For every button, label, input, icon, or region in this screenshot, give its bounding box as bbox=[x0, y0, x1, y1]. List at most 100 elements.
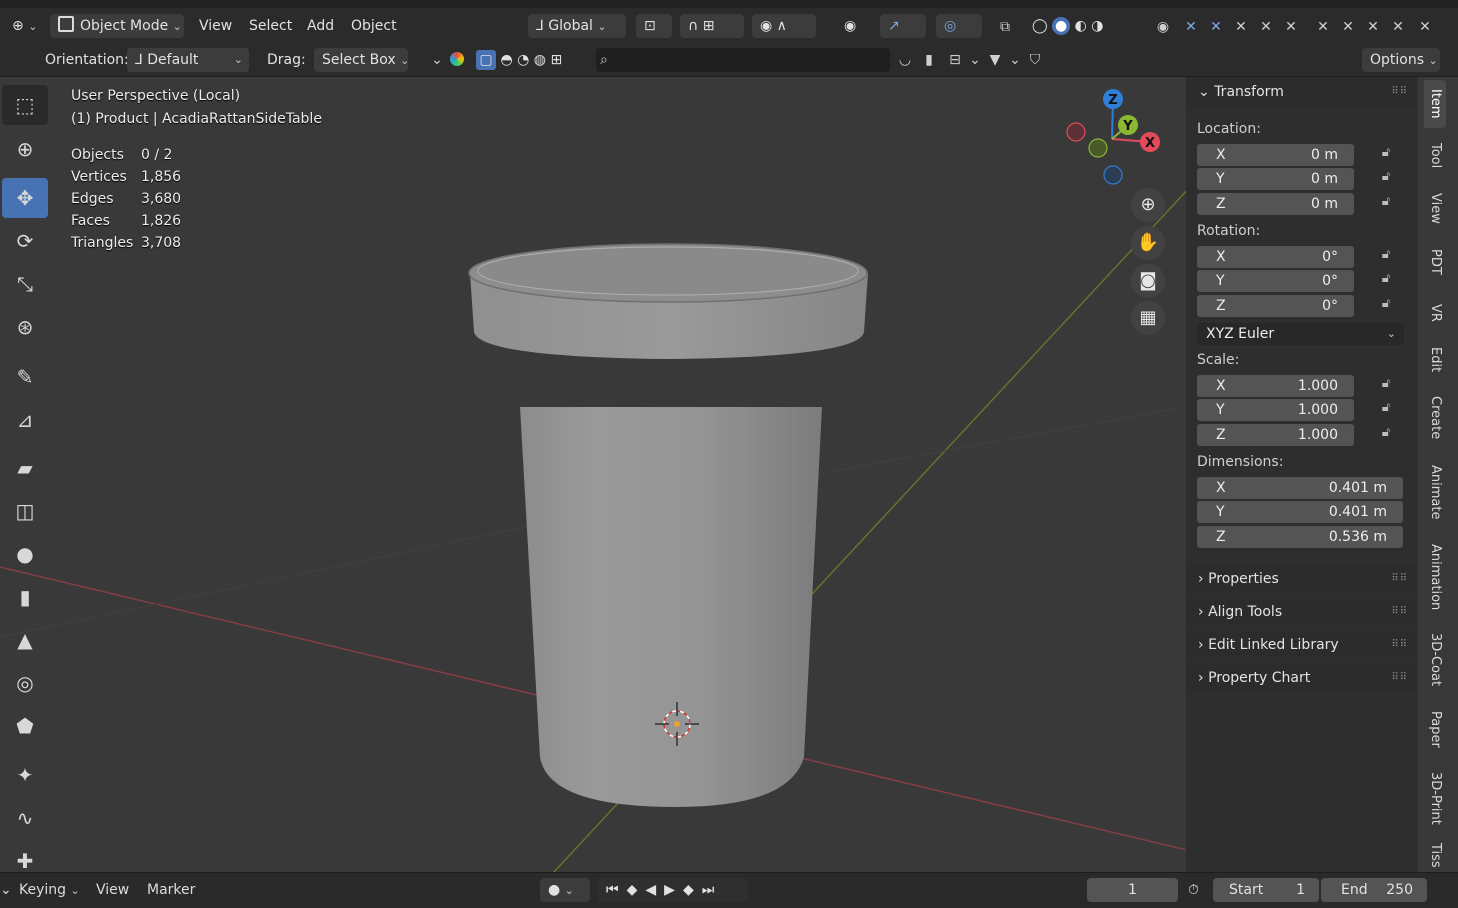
play-icon[interactable]: ▶ bbox=[664, 882, 683, 898]
tab-animate[interactable]: Animate bbox=[1424, 456, 1446, 528]
lock-icon[interactable]: 🔓︎ bbox=[1376, 400, 1396, 420]
add-object-tool[interactable]: ✦ bbox=[2, 755, 48, 795]
transform-orientation-dropdown[interactable]: ⅃ Global ⌄ bbox=[528, 14, 626, 38]
play-reverse-icon[interactable]: ◀ bbox=[645, 882, 664, 898]
proportional-editing-toggle[interactable]: ◉ ∧ bbox=[752, 14, 816, 38]
drag-dropdown[interactable]: Select Box ⌄ bbox=[314, 48, 409, 72]
add-misc-tool[interactable]: ✚ bbox=[2, 841, 48, 872]
menu-add[interactable]: Add bbox=[307, 14, 334, 38]
select-globe-icon[interactable]: ◍ bbox=[534, 52, 546, 68]
transform-tool[interactable]: ⊛ bbox=[2, 307, 48, 347]
stopwatch-icon[interactable]: ⏱ bbox=[1188, 878, 1199, 902]
jump-start-icon[interactable]: ⏮ bbox=[606, 882, 627, 898]
tab-create[interactable]: Create bbox=[1424, 386, 1446, 450]
options-dropdown[interactable]: Options ⌄ bbox=[1362, 48, 1440, 72]
color-picker-icon[interactable] bbox=[446, 49, 468, 71]
filter-icon[interactable]: ▼ bbox=[984, 49, 1006, 71]
collection-restrict-icon[interactable]: ✕ bbox=[1337, 16, 1359, 38]
select-box-tool[interactable]: ⬚ bbox=[2, 85, 48, 125]
tab-edit[interactable]: Edit bbox=[1424, 340, 1446, 380]
add-cylinder-tool[interactable]: ▮ bbox=[2, 577, 48, 617]
tab-paper[interactable]: Paper bbox=[1424, 700, 1446, 758]
lock-icon[interactable]: 🔓︎ bbox=[1376, 376, 1396, 396]
rotation-y-field[interactable]: Y 0° bbox=[1197, 270, 1354, 292]
rotation-x-field[interactable]: X 0° bbox=[1197, 246, 1354, 268]
menu-object[interactable]: Object bbox=[351, 14, 397, 38]
timeline-view-menu[interactable]: View bbox=[96, 878, 129, 902]
lock-icon[interactable]: 🔓︎ bbox=[1376, 247, 1396, 267]
lock-icon[interactable]: 🔓︎ bbox=[1376, 169, 1396, 189]
tab-tiss[interactable]: Tiss bbox=[1424, 838, 1446, 872]
tab-3d-print[interactable]: 3D-Print bbox=[1424, 764, 1446, 832]
lock-icon[interactable]: 🔓︎ bbox=[1376, 145, 1396, 165]
zoom-button[interactable]: ⊕ bbox=[1131, 188, 1165, 222]
lock-icon[interactable]: 🔓︎ bbox=[1376, 271, 1396, 291]
transform-section-header[interactable]: ⌄ Transform ⠿⠿ bbox=[1186, 77, 1416, 107]
drag-grip-icon[interactable]: ⠿⠿ bbox=[1391, 597, 1408, 627]
lock-icon[interactable]: 🔓︎ bbox=[1376, 425, 1396, 445]
collection-restrict-icon[interactable]: ✕ bbox=[1230, 16, 1252, 38]
tab-item[interactable]: Item bbox=[1424, 80, 1446, 128]
collection-restrict-icon[interactable]: ✕ bbox=[1387, 16, 1409, 38]
chevron-down-icon[interactable]: ⌄ bbox=[1004, 49, 1026, 71]
gizmo-toggle[interactable]: ↗ bbox=[880, 14, 926, 38]
align-tools-section-header[interactable]: › Align Tools ⠿⠿ bbox=[1186, 597, 1416, 627]
tab-3d-coat[interactable]: 3D-Coat bbox=[1424, 626, 1446, 694]
chevron-down-icon[interactable]: ⌄ bbox=[0, 878, 12, 902]
select-node-icon[interactable]: ⊞ bbox=[550, 52, 562, 68]
tab-pdt[interactable]: PDT bbox=[1424, 238, 1446, 286]
drag-grip-icon[interactable]: ⠿⠿ bbox=[1391, 663, 1408, 693]
rotate-tool[interactable]: ⟳ bbox=[2, 221, 48, 261]
lock-icon[interactable]: 🔓︎ bbox=[1376, 194, 1396, 214]
collection-restrict-icon[interactable]: ✕ bbox=[1205, 16, 1227, 38]
keying-menu[interactable]: Keying ⌄ bbox=[19, 878, 80, 903]
camera-view-button[interactable]: ◙ bbox=[1131, 264, 1165, 298]
add-curve-tool[interactable]: ∿ bbox=[2, 798, 48, 838]
location-z-field[interactable]: Z 0 m bbox=[1197, 193, 1354, 215]
add-cone-tool[interactable]: ▲ bbox=[2, 620, 48, 660]
jump-end-icon[interactable]: ⏭ bbox=[702, 882, 723, 898]
dimensions-z-field[interactable]: Z 0.536 m bbox=[1197, 526, 1403, 548]
select-sphere-icon[interactable]: ◓ bbox=[500, 52, 512, 68]
add-torus-tool[interactable]: ◎ bbox=[2, 663, 48, 703]
bookmark-icon[interactable]: ▮ bbox=[918, 49, 940, 71]
collection-restrict-icon[interactable]: ✕ bbox=[1414, 16, 1436, 38]
add-cube-tool[interactable]: ◫ bbox=[2, 491, 48, 531]
annotate-tool[interactable]: ✎ bbox=[2, 357, 48, 397]
shield-icon[interactable]: ⛉ bbox=[1024, 49, 1046, 71]
collection-restrict-icon[interactable]: ✕ bbox=[1280, 16, 1302, 38]
chevron-down-icon[interactable]: ⌄ bbox=[964, 49, 986, 71]
tab-animation[interactable]: Animation bbox=[1424, 534, 1446, 620]
search-input[interactable]: ⌕ bbox=[596, 48, 890, 72]
pan-button[interactable]: ✋ bbox=[1131, 226, 1165, 260]
add-sphere-tool[interactable]: ● bbox=[2, 534, 48, 574]
rotation-mode-dropdown[interactable]: XYZ Euler ⌄ bbox=[1197, 323, 1404, 345]
marker-menu[interactable]: Marker bbox=[147, 878, 195, 902]
collection-restrict-icon[interactable]: ✕ bbox=[1255, 16, 1277, 38]
menu-select[interactable]: Select bbox=[249, 14, 292, 38]
pivot-point-dropdown[interactable]: ⊡ bbox=[636, 14, 672, 38]
dimensions-x-field[interactable]: X 0.401 m bbox=[1197, 477, 1403, 499]
solid-shading-icon[interactable]: ● bbox=[1052, 17, 1071, 35]
mode-selector[interactable]: Object Mode ⌄ bbox=[50, 14, 184, 38]
orientation-dropdown[interactable]: ⅃ Default ⌄ bbox=[127, 48, 249, 72]
select-mesh-icon[interactable]: ◔ bbox=[517, 52, 529, 68]
add-prism-tool[interactable]: ⬟ bbox=[2, 706, 48, 746]
rendered-shading-icon[interactable]: ◑ bbox=[1091, 18, 1103, 34]
chevron-down-icon[interactable]: ⌄ bbox=[426, 49, 448, 71]
scale-x-field[interactable]: X 1.000 bbox=[1197, 375, 1354, 397]
location-y-field[interactable]: Y 0 m bbox=[1197, 168, 1354, 190]
curve-icon[interactable]: ◡ bbox=[894, 49, 916, 71]
rotation-z-field[interactable]: Z 0° bbox=[1197, 295, 1354, 317]
editor-type-button[interactable]: ⊕ ⌄ bbox=[4, 14, 44, 38]
drag-grip-icon[interactable]: ⠿⠿ bbox=[1391, 564, 1408, 594]
current-frame-field[interactable]: 1 bbox=[1087, 878, 1178, 902]
collection-restrict-icon[interactable]: ✕ bbox=[1180, 16, 1202, 38]
dimensions-y-field[interactable]: Y 0.401 m bbox=[1197, 501, 1403, 523]
collection-restrict-icon[interactable]: ✕ bbox=[1312, 16, 1334, 38]
tab-view[interactable]: View bbox=[1424, 184, 1446, 232]
drag-grip-icon[interactable]: ⠿⠿ bbox=[1391, 77, 1408, 107]
drag-grip-icon[interactable]: ⠿⠿ bbox=[1391, 630, 1408, 660]
add-plane-tool[interactable]: ▰ bbox=[2, 448, 48, 488]
start-frame-field[interactable]: Start 1 bbox=[1213, 878, 1319, 902]
